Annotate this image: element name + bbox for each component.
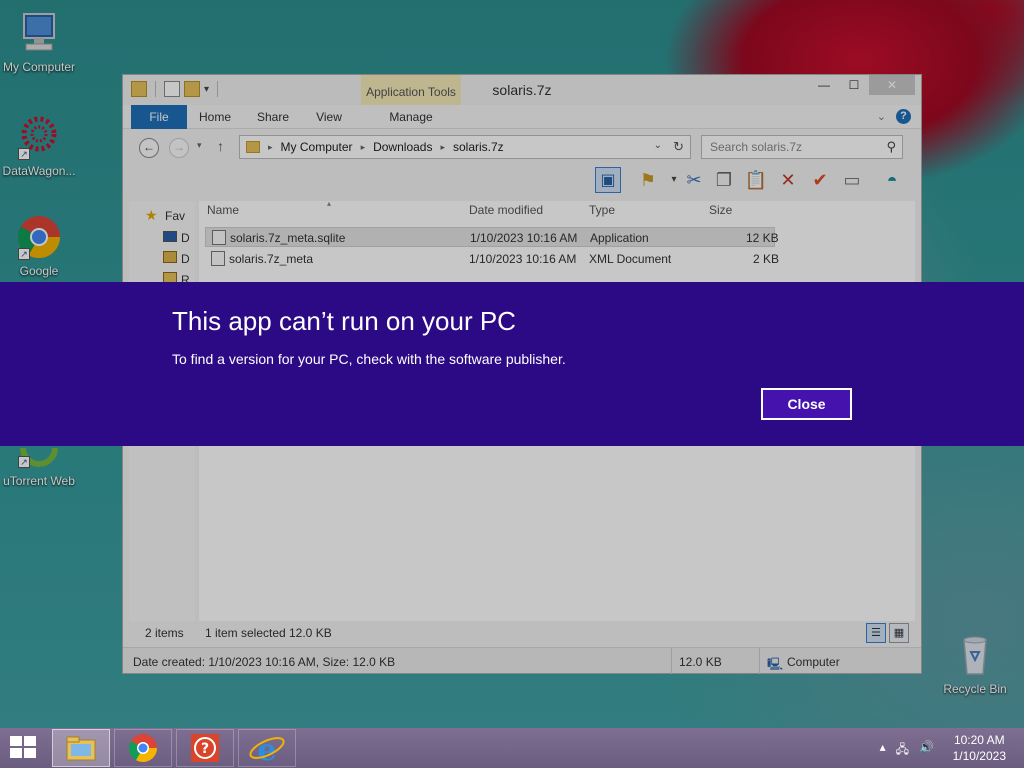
banner-title: This app can’t run on your PC [172,306,516,336]
windows-logo-icon [24,748,36,758]
banner-message: To find a version for your PC, check wit… [172,351,566,367]
taskbar-chrome[interactable] [114,729,172,767]
windows-logo-icon [10,736,22,746]
svg-text:?: ? [201,741,209,757]
file-explorer-icon [66,736,96,761]
start-button[interactable] [10,736,38,760]
close-button[interactable]: Close [761,388,852,420]
app-cant-run-banner: This app can’t run on your PC To find a … [0,282,1024,446]
taskbar-internet-explorer[interactable]: e [238,729,296,768]
internet-explorer-icon: e [249,733,285,768]
taskbar-file-explorer[interactable] [52,729,110,767]
taskbar: ? e ▴ 🖧 🔊 10:20 AM 1/10/2023 [0,728,1024,768]
clock-time: 10:20 AM [953,733,1005,747]
taskbar-help[interactable]: ? [176,729,234,767]
windows-logo-icon [10,748,22,758]
network-icon[interactable]: 🖧 [896,740,909,761]
clock-date: 1/10/2023 [952,749,1006,763]
volume-icon[interactable]: 🔊 [919,740,934,761]
system-tray: ▴ 🖧 🔊 [880,740,934,761]
show-hidden-icons-icon[interactable]: ▴ [880,740,886,761]
clock[interactable]: 10:20 AM 1/10/2023 [953,732,1006,764]
help-icon: ? [191,734,219,762]
chrome-icon [129,734,157,762]
windows-logo-icon [24,736,36,746]
